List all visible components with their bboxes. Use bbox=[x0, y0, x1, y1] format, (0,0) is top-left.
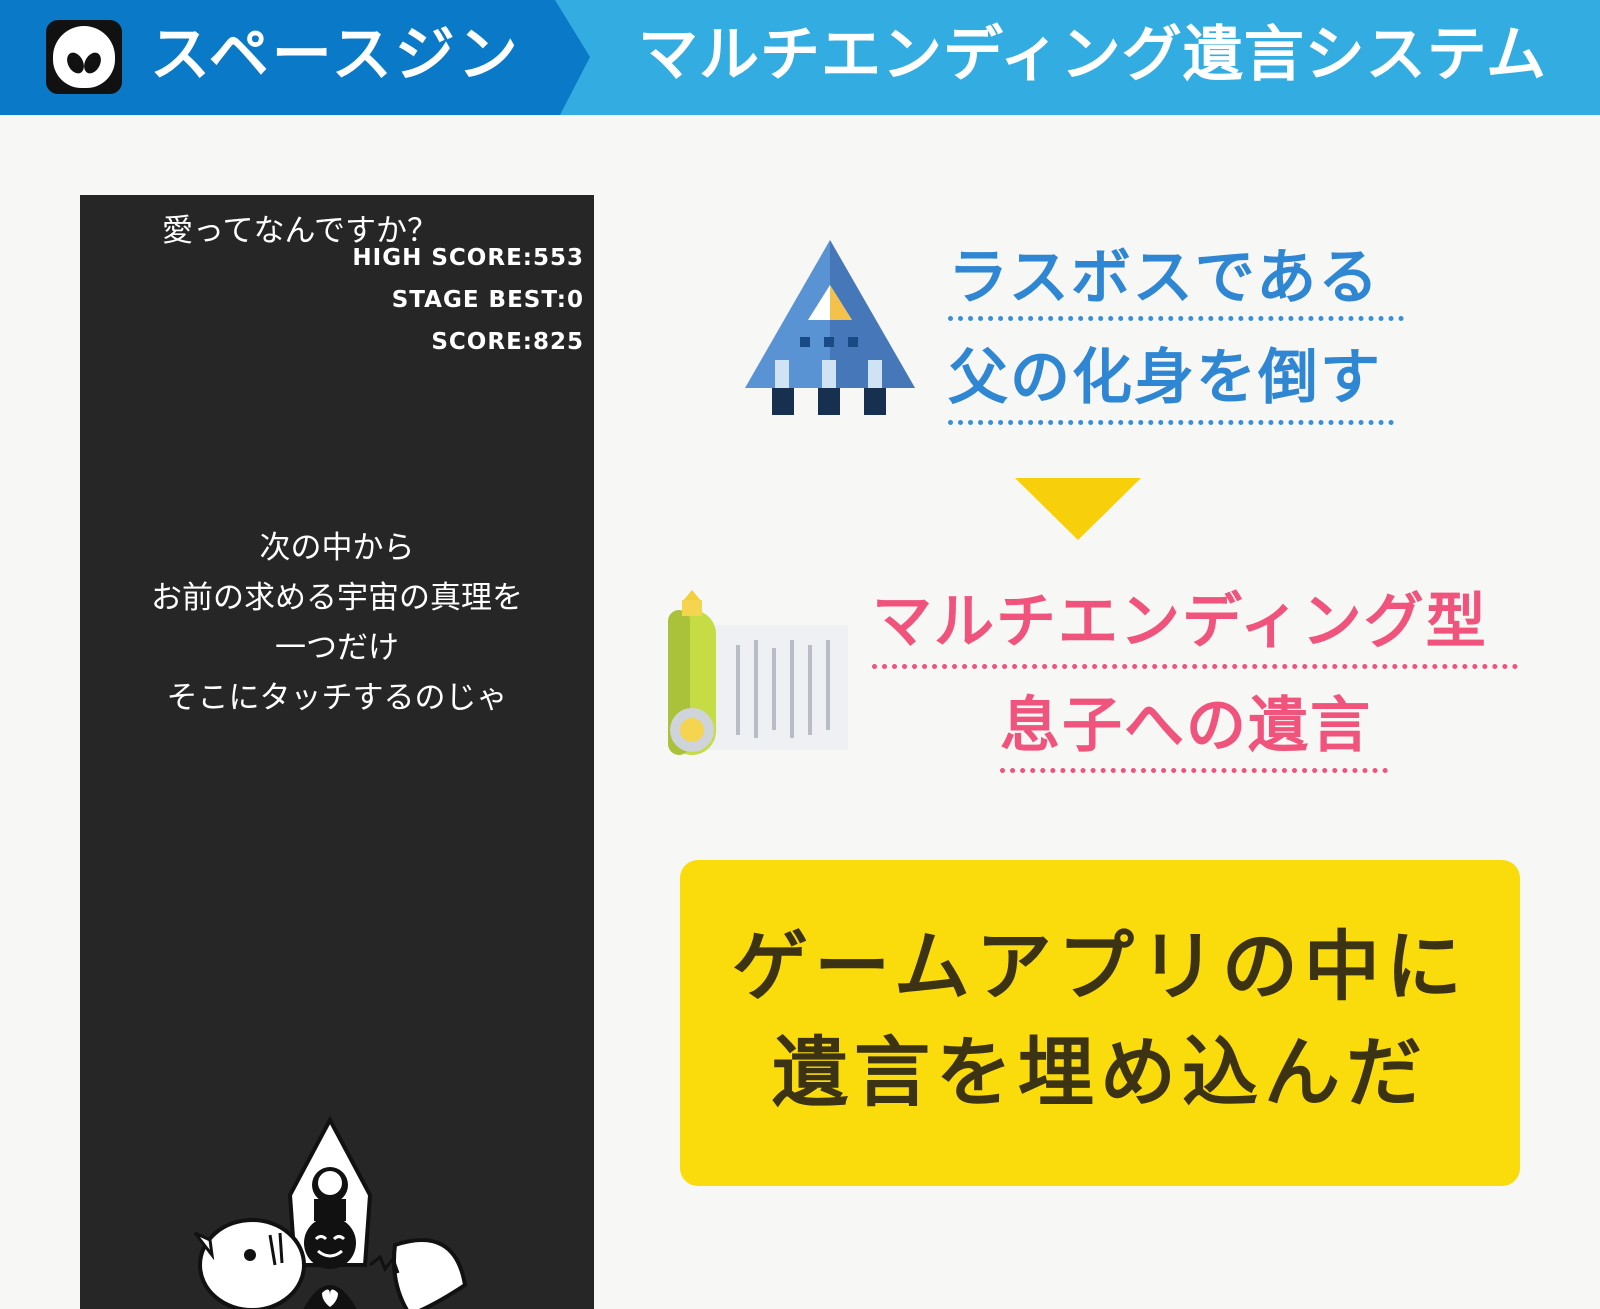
stage-best: STAGE BEST:0 bbox=[391, 287, 584, 313]
question-text: 愛ってなんですか？ bbox=[162, 213, 438, 249]
instruction-line: お前の求める宇宙の真理を bbox=[151, 580, 523, 616]
boss-pyramid-icon bbox=[745, 240, 915, 415]
down-arrow-icon bbox=[1015, 478, 1141, 540]
alien-logo-icon bbox=[46, 20, 122, 94]
summary-line1: ゲームアプリの中に bbox=[732, 922, 1468, 1011]
will-text-line2: 息子への遺言 bbox=[1000, 691, 1372, 761]
dotted-underline bbox=[1000, 768, 1388, 773]
dotted-underline bbox=[948, 316, 1404, 321]
game-screen: 愛ってなんですか？ HIGH SCORE:553 STAGE BEST:0 SC… bbox=[80, 195, 594, 1309]
game-characters-icon[interactable] bbox=[190, 1115, 490, 1309]
boss-text-line1: ラスボスである bbox=[948, 243, 1381, 313]
instruction-line: 一つだけ bbox=[275, 630, 399, 666]
dotted-underline bbox=[948, 420, 1394, 425]
high-score: HIGH SCORE:553 bbox=[352, 245, 584, 271]
instruction-line: 次の中から bbox=[259, 530, 415, 566]
page-title: マルチエンディング遺言システム bbox=[638, 20, 1547, 90]
will-scroll-icon bbox=[668, 590, 848, 755]
instruction-text: 次の中から お前の求める宇宙の真理を 一つだけ そこにタッチするのじゃ bbox=[80, 523, 594, 723]
header-bar: スペースジン マルチエンディング遺言システム bbox=[0, 0, 1600, 115]
will-text-line1: マルチエンディング型 bbox=[872, 587, 1488, 657]
instruction-line: そこにタッチするのじゃ bbox=[166, 680, 508, 716]
current-score: SCORE:825 bbox=[431, 329, 584, 355]
brand-name: スペースジン bbox=[150, 20, 521, 90]
dotted-underline bbox=[872, 664, 1518, 669]
summary-line2: 遺言を埋め込んだ bbox=[772, 1028, 1428, 1117]
summary-box: ゲームアプリの中に 遺言を埋め込んだ bbox=[680, 860, 1520, 1186]
boss-text-line2: 父の化身を倒す bbox=[948, 343, 1382, 413]
